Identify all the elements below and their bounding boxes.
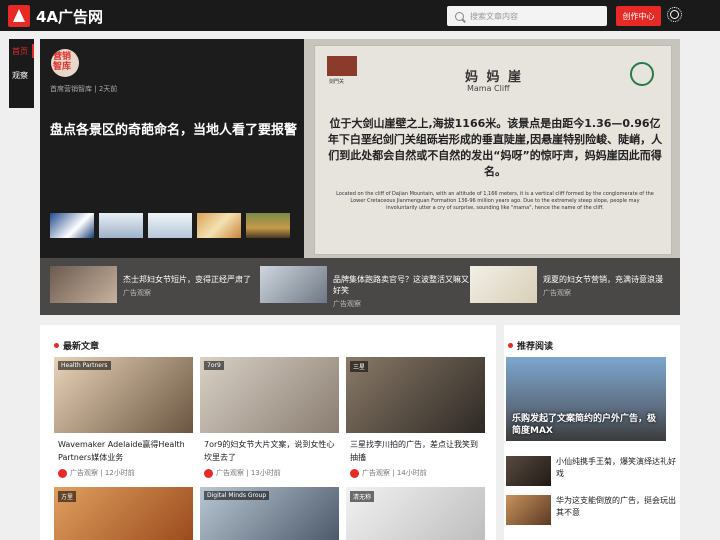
heading-dot-icon xyxy=(508,343,513,348)
hero-thumbnails xyxy=(50,213,290,238)
article-card[interactable]: Digital Minds Group xyxy=(200,487,339,540)
article-title: 7or9的妇女节大片文案，说到女性心坎里去了 xyxy=(204,440,335,462)
search-box[interactable] xyxy=(447,6,607,26)
recommended-heading: 推荐阅读 xyxy=(508,339,553,352)
article-tag: 清无称 xyxy=(350,491,375,502)
strip-item[interactable]: 品牌集体跑路卖官号？这波整活又嘛又好笑广告观察 xyxy=(260,266,473,309)
recommended-title: 华为这支能倒放的广告，挺会玩出其不意 xyxy=(556,496,676,517)
thumbnail[interactable] xyxy=(197,213,241,238)
strip-title: 品牌集体跑路卖官号？这波整活又嘛又好笑 xyxy=(333,275,469,295)
strip-title: 杰士邦妇女节短片，变得正经严肃了 xyxy=(123,275,251,284)
creator-center-button[interactable]: 创作中心 xyxy=(616,6,661,26)
author-avatar[interactable]: 营销智库 xyxy=(51,49,79,77)
thumbnail[interactable] xyxy=(50,213,94,238)
article-card[interactable]: 7or9 7or9的妇女节大片文案，说到女性心坎里去了 广告观察 | 13小时前 xyxy=(200,357,339,478)
article-tag: 方里 xyxy=(58,491,77,502)
strip-image xyxy=(470,266,537,303)
article-card[interactable]: Health Partners Wavemaker Adelaide赢得Heal… xyxy=(54,357,193,478)
article-meta: 广告观察 | 14小时前 xyxy=(346,468,485,478)
strip-category: 广告观察 xyxy=(333,300,361,308)
search-icon xyxy=(455,11,464,21)
article-meta: 广告观察 | 13小时前 xyxy=(200,468,339,478)
article-card[interactable]: 三星 三星找李川拍的广告，差点让我笑到抽搐 广告观察 | 14小时前 xyxy=(346,357,485,478)
article-meta: 广告观察 | 12小时前 xyxy=(54,468,193,478)
heading-dot-icon xyxy=(54,343,59,348)
strip-image xyxy=(50,266,117,303)
jianmenguan-logo xyxy=(327,56,357,76)
park-emblem-icon xyxy=(630,62,654,86)
sign-logo-text: 剑門关 xyxy=(329,79,345,85)
recommended-image xyxy=(506,495,551,525)
recommended-item[interactable]: 华为这支能倒放的广告，挺会玩出其不意 xyxy=(506,495,676,525)
thumbnail[interactable] xyxy=(99,213,143,238)
featured-strip: 杰士邦妇女节短片，变得正经严肃了 广告观察 品牌集体跑路卖官号？这波整活又嘛又好笑… xyxy=(40,258,680,315)
recommended-featured-title: 乐购发起了文案简约的户外广告，极简度MAX xyxy=(512,414,657,436)
strip-image xyxy=(260,266,327,303)
article-card[interactable]: 方里 xyxy=(54,487,193,540)
search-input[interactable] xyxy=(470,11,590,21)
post-time: 2天前 xyxy=(98,85,118,93)
article-tag: Health Partners xyxy=(58,361,111,370)
thumbnail[interactable] xyxy=(148,213,192,238)
author-avatar xyxy=(204,468,213,478)
sign-chinese-text: 位于大剑山崖壁之上,海拔1166米。该景点是由距今1.36—0.96亿年下白垩纪… xyxy=(327,117,663,178)
strip-item[interactable]: 杰士邦妇女节短片，变得正经严肃了 广告观察 xyxy=(50,266,263,303)
side-nav: 首页 观察 xyxy=(9,39,34,108)
nav-item-home[interactable]: 首页 xyxy=(9,39,34,63)
author-meta: 首席营销智库 | 2天前 xyxy=(50,85,118,93)
latest-heading: 最新文章 xyxy=(54,339,99,352)
strip-item[interactable]: 观夏的妇女节营销，充满诗意浪漫 广告观察 xyxy=(470,266,683,303)
theme-toggle-icon[interactable] xyxy=(667,7,682,22)
article-title: Wavemaker Adelaide赢得Health Partners媒体业务 xyxy=(58,440,185,462)
article-tag: Digital Minds Group xyxy=(204,491,270,500)
article-tag: 三星 xyxy=(350,361,369,372)
strip-category: 广告观察 xyxy=(543,289,571,297)
article-image: 7or9 xyxy=(200,357,339,433)
logo[interactable]: 4A广告网 xyxy=(8,5,103,27)
avatar-text: 营销智库 xyxy=(53,52,72,72)
article-image: Digital Minds Group xyxy=(200,487,339,540)
strip-category: 广告观察 xyxy=(123,289,151,297)
recommended-item[interactable]: 小仙纯携手王菊，爆笑演绎达礼好戏 xyxy=(506,456,676,486)
logo-icon xyxy=(8,5,30,27)
article-image: Health Partners xyxy=(54,357,193,433)
hero-image[interactable]: 剑門关 妈 妈 崖 Mama Cliff 位于大剑山崖壁之上,海拔1166米。该… xyxy=(304,39,680,258)
article-image: 方里 xyxy=(54,487,193,540)
recommended-title: 小仙纯携手王菊，爆笑演绎达礼好戏 xyxy=(556,457,676,478)
author-name[interactable]: 首席营销智库 xyxy=(50,85,92,93)
nav-item-observe[interactable]: 观察 xyxy=(9,63,34,87)
sign-title: 妈 妈 崖 xyxy=(465,70,524,85)
top-bar: 4A广告网 创作中心 xyxy=(0,0,720,31)
thumbnail[interactable] xyxy=(246,213,290,238)
recommended-panel: 推荐阅读 乐购发起了文案简约的户外广告，极简度MAX 小仙纯携手王菊，爆笑演绎达… xyxy=(504,325,680,540)
sign-subtitle: Mama Cliff xyxy=(467,84,510,93)
article-card[interactable]: 清无称 xyxy=(346,487,485,540)
logo-text: 4A广告网 xyxy=(36,7,104,26)
recommended-image xyxy=(506,456,551,486)
article-tag: 7or9 xyxy=(204,361,224,370)
latest-articles-panel: 最新文章 Health Partners Wavemaker Adelaide赢… xyxy=(40,325,496,540)
author-avatar xyxy=(58,468,67,478)
hero-title[interactable]: 盘点各景区的奇葩命名，当地人看了要报警 xyxy=(50,119,300,143)
article-title: 三星找李川拍的广告，差点让我笑到抽搐 xyxy=(350,440,478,462)
cliff-sign: 剑門关 妈 妈 崖 Mama Cliff 位于大剑山崖壁之上,海拔1166米。该… xyxy=(314,45,672,255)
author-avatar xyxy=(350,468,359,478)
article-image: 三星 xyxy=(346,357,485,433)
hero-panel: 营销智库 首席营销智库 | 2天前 盘点各景区的奇葩命名，当地人看了要报警 xyxy=(40,39,304,258)
recommended-featured[interactable]: 乐购发起了文案简约的户外广告，极简度MAX xyxy=(506,357,666,441)
sign-english-text: Located on the cliff of Dajian Mountain,… xyxy=(336,191,654,211)
strip-title: 观夏的妇女节营销，充满诗意浪漫 xyxy=(543,275,663,284)
article-image: 清无称 xyxy=(346,487,485,540)
